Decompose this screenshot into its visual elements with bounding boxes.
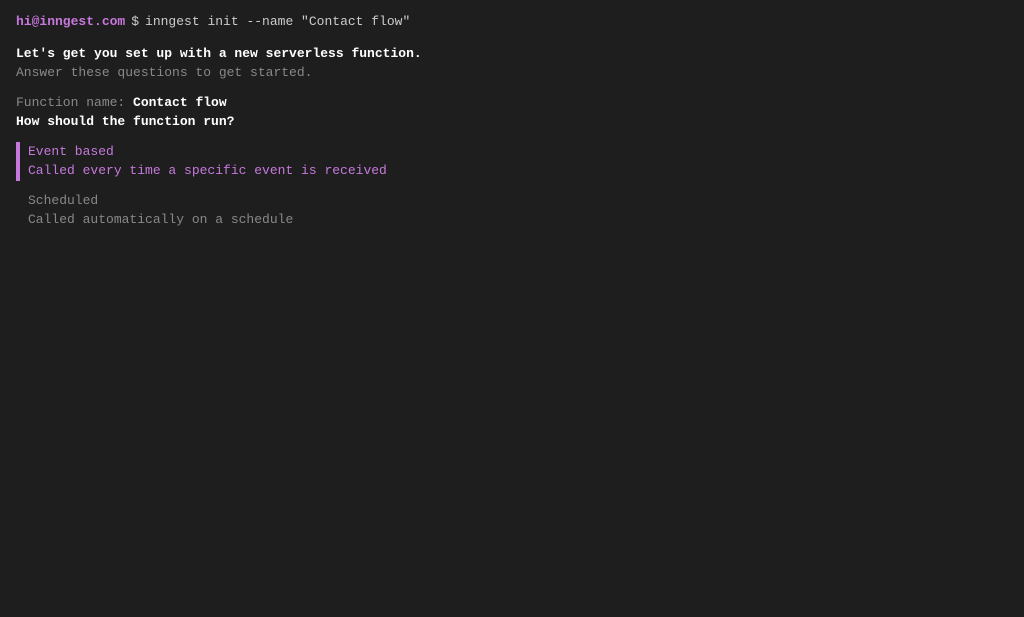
option-selector-scheduled	[16, 191, 20, 230]
intro-bold-line: Let's get you set up with a new serverle…	[16, 44, 1008, 64]
prompt-user: hi@inngest.com	[16, 12, 125, 32]
option-title-scheduled: Scheduled	[28, 191, 293, 211]
option-title-event-based: Event based	[28, 142, 387, 162]
option-content-event-based: Event based Called every time a specific…	[28, 142, 387, 181]
option-selector-event-based	[16, 142, 20, 181]
option-content-scheduled: Scheduled Called automatically on a sche…	[28, 191, 293, 230]
function-name-value: Contact flow	[133, 95, 227, 110]
intro-section: Let's get you set up with a new serverle…	[16, 44, 1008, 83]
options-container: Event based Called every time a specific…	[16, 142, 1008, 230]
function-label: Function name:	[16, 95, 133, 110]
prompt-command: inngest init --name "Contact flow"	[145, 12, 410, 32]
option-desc-event-based: Called every time a specific event is re…	[28, 161, 387, 181]
prompt-line: hi@inngest.com $ inngest init --name "Co…	[16, 12, 1008, 32]
intro-normal-line: Answer these questions to get started.	[16, 63, 1008, 83]
option-scheduled[interactable]: Scheduled Called automatically on a sche…	[16, 191, 1008, 230]
option-desc-scheduled: Called automatically on a schedule	[28, 210, 293, 230]
question-line: How should the function run?	[16, 112, 1008, 132]
option-event-based[interactable]: Event based Called every time a specific…	[16, 142, 1008, 181]
terminal: hi@inngest.com $ inngest init --name "Co…	[0, 0, 1024, 617]
prompt-dollar: $	[131, 12, 139, 32]
function-name-line: Function name: Contact flow	[16, 93, 1008, 113]
